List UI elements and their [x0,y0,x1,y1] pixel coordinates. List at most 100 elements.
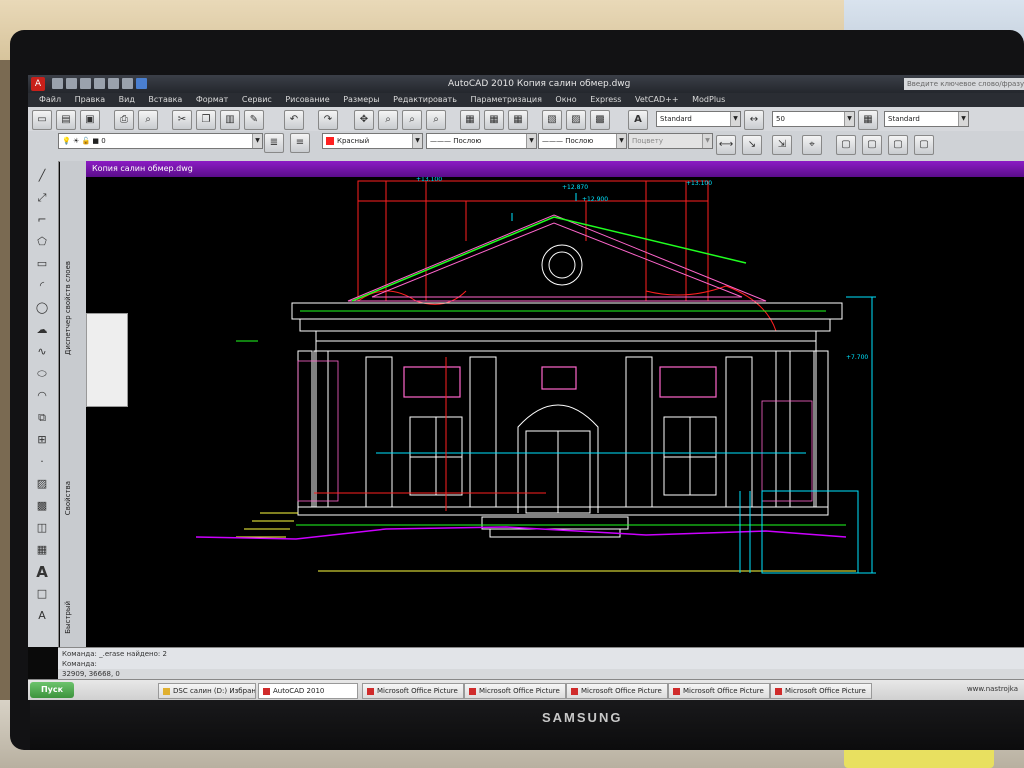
menu-view[interactable]: Вид [119,93,135,107]
workspace-icon[interactable] [136,78,147,89]
workspace-2-icon[interactable]: ▢ [862,135,882,155]
new-icon[interactable]: ▭ [32,110,52,130]
insert-block-icon[interactable]: ⧉ [32,409,52,427]
menu-edit[interactable]: Правка [75,93,105,107]
menu-modplus[interactable]: ModPlus [692,93,725,107]
pan-icon[interactable]: ✥ [354,110,374,130]
save-icon[interactable] [80,78,91,89]
spline-icon[interactable]: ∿ [32,343,52,361]
linetype-select[interactable]: ——— Послою ▼ [426,133,537,149]
revision-cloud-icon[interactable]: ☁ [32,321,52,339]
table-icon[interactable]: ▦ [32,541,52,559]
zoom-window-icon[interactable]: ⌕ [402,110,422,130]
layer-select[interactable]: 💡 ☀ 🔓 ■ 0 ▼ [58,133,263,149]
add-selected-icon[interactable]: □ [32,585,52,603]
print-preview-icon[interactable]: ⌕ [138,110,158,130]
search-input[interactable]: Введите ключевое слово/фразу [904,78,1024,90]
menu-insert[interactable]: Вставка [148,93,182,107]
color-select[interactable]: Красный ▼ [322,133,423,149]
undo-icon[interactable]: ↶ [284,110,304,130]
undo-icon[interactable] [94,78,105,89]
open-file-icon[interactable] [66,78,77,89]
design-center-icon[interactable]: ▦ [484,110,504,130]
properties-icon[interactable]: ▦ [460,110,480,130]
paste-icon[interactable]: ▥ [220,110,240,130]
table-style-icon[interactable]: ▦ [858,110,878,130]
zoom-previous-icon[interactable]: ⌕ [426,110,446,130]
save-icon[interactable]: ▣ [80,110,100,130]
construction-line-icon[interactable]: ⤢ [32,189,52,207]
layer-manager-palette-tab[interactable]: Диспетчер свойств слоев [64,261,72,355]
menu-format[interactable]: Формат [196,93,228,107]
taskbar-item[interactable]: Microsoft Office Picture [668,683,770,699]
ellipse-icon[interactable]: ⬭ [32,365,52,383]
command-line[interactable]: Команда: _.erase найдено: 2 Команда: [58,647,1024,670]
polygon-icon[interactable]: ⬠ [32,233,52,251]
drawing-canvas[interactable]: +13.100 +12.870 +12.900 +13.100 +7.700 [86,161,1024,647]
scroll-icon[interactable]: ⇲ [772,135,792,155]
new-file-icon[interactable] [52,78,63,89]
make-block-icon[interactable]: ⊞ [32,431,52,449]
text-style-icon[interactable]: A [628,110,648,130]
print-icon[interactable]: ⎙ [114,110,134,130]
markup-icon[interactable]: ▨ [566,110,586,130]
table-style-select[interactable]: Standard ▼ [884,111,969,127]
cut-icon[interactable]: ✂ [172,110,192,130]
command-prompt[interactable]: Команда: [62,660,97,668]
dimension-icon[interactable]: ⟷ [716,135,736,155]
properties-palette-tab[interactable]: Свойства [64,481,72,515]
menu-vetcad[interactable]: VetCAD++ [635,93,679,107]
taskbar-item[interactable]: DSC салин (D:) Избранное [158,683,256,699]
menu-parametric[interactable]: Параметризация [470,93,541,107]
sheet-set-icon[interactable]: ▧ [542,110,562,130]
start-button[interactable]: Пуск [30,682,74,698]
taskbar-item[interactable]: Microsoft Office Picture [770,683,872,699]
zoom-realtime-icon[interactable]: ⌕ [378,110,398,130]
circle-icon[interactable]: ◯ [32,299,52,317]
rectangle-icon[interactable]: ▭ [32,255,52,273]
layer-states-icon[interactable]: ≡ [290,133,310,153]
line-icon[interactable]: ╱ [32,167,52,185]
menu-modify[interactable]: Редактировать [393,93,457,107]
taskbar-item-active[interactable]: AutoCAD 2010 [258,683,358,699]
single-line-text-icon[interactable]: A [32,607,52,625]
polyline-icon[interactable]: ⌐ [32,211,52,229]
redo-icon[interactable]: ↷ [318,110,338,130]
text-style-select[interactable]: Standard ▼ [656,111,741,127]
dim-style-select[interactable]: 50 ▼ [772,111,855,127]
hatch-icon[interactable]: ▨ [32,475,52,493]
multileader-icon[interactable]: ↘ [742,135,762,155]
redo-icon[interactable] [108,78,119,89]
menu-express[interactable]: Express [590,93,621,107]
taskbar-item[interactable]: Microsoft Office Picture [566,683,668,699]
open-icon[interactable]: ▤ [56,110,76,130]
taskbar-item[interactable]: Microsoft Office Picture [464,683,566,699]
measure-icon[interactable]: ⌖ [802,135,822,155]
quick-palette-tab[interactable]: Быстрый [64,601,72,634]
workspace-1-icon[interactable]: ▢ [836,135,856,155]
copy-icon[interactable]: ❐ [196,110,216,130]
arc-icon[interactable]: ◜ [32,277,52,295]
gradient-icon[interactable]: ▩ [32,497,52,515]
tool-palettes-icon[interactable]: ▦ [508,110,528,130]
menu-tools[interactable]: Сервис [242,93,272,107]
lineweight-select[interactable]: ——— Послою ▼ [538,133,627,149]
menu-file[interactable]: Файл [39,93,61,107]
calculator-icon[interactable]: ▩ [590,110,610,130]
dim-style-icon[interactable]: ↔ [744,110,764,130]
workspace-3-icon[interactable]: ▢ [888,135,908,155]
point-icon[interactable]: · [32,453,52,471]
menu-draw[interactable]: Рисование [285,93,329,107]
menu-window[interactable]: Окно [555,93,576,107]
region-icon[interactable]: ◫ [32,519,52,537]
match-properties-icon[interactable]: ✎ [244,110,264,130]
menu-dimension[interactable]: Размеры [343,93,379,107]
taskbar-item[interactable]: Microsoft Office Picture [362,683,464,699]
autocad-logo-icon[interactable]: A [31,77,45,91]
document-tab[interactable]: Копия салин обмер.dwg [86,161,1024,177]
print-icon[interactable] [122,78,133,89]
multiline-text-icon[interactable]: A [32,563,52,581]
workspace-4-icon[interactable]: ▢ [914,135,934,155]
ellipse-arc-icon[interactable]: ◠ [32,387,52,405]
layer-properties-icon[interactable]: ≣ [264,133,284,153]
